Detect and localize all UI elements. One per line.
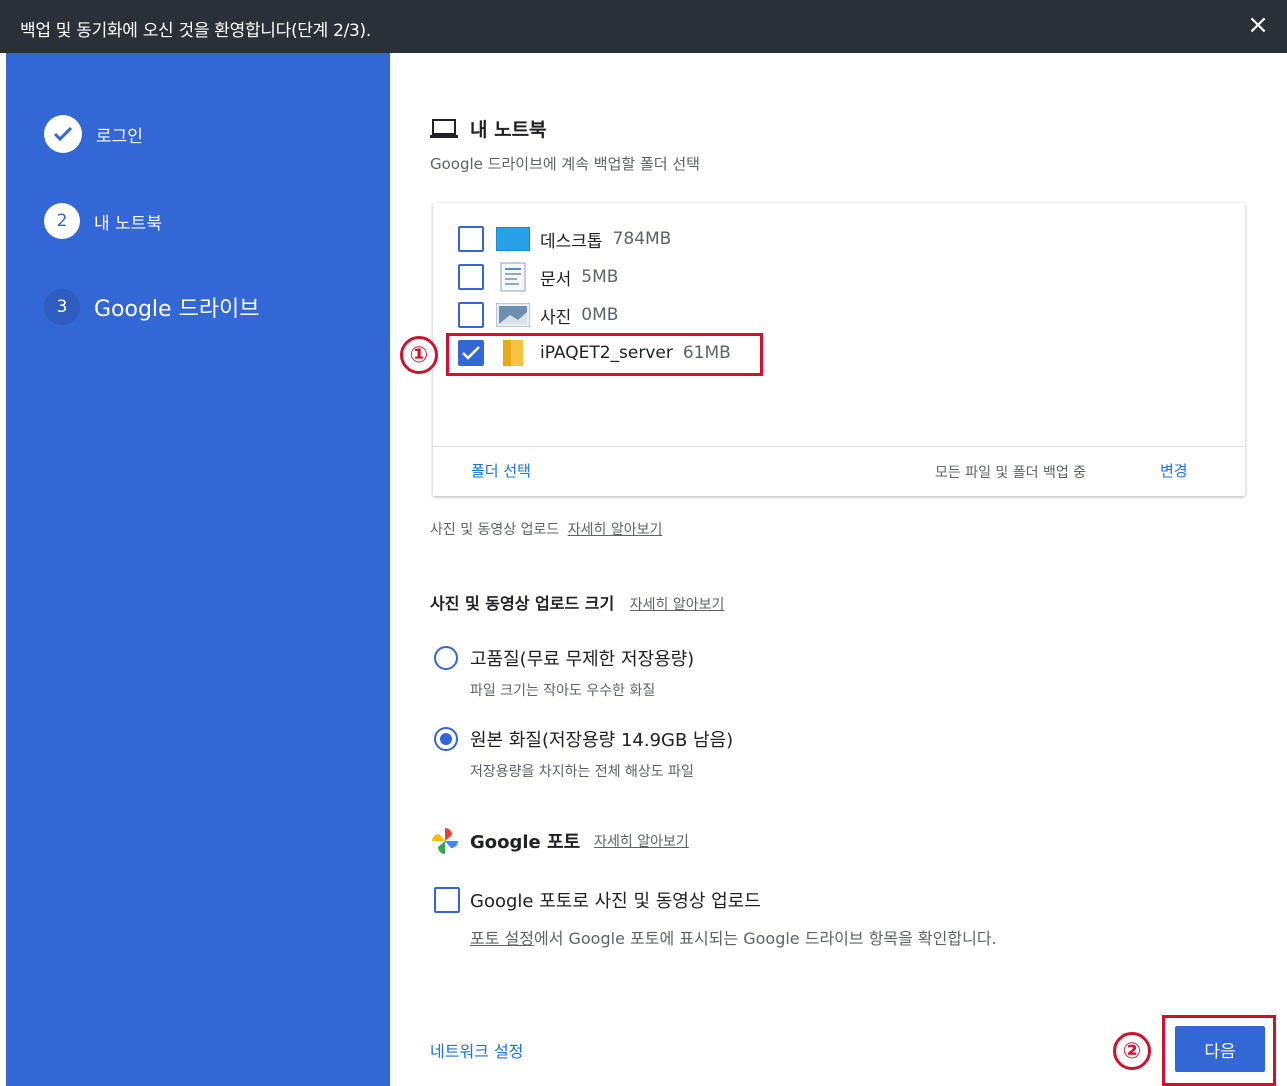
network-settings-link[interactable]: 네트워크 설정: [430, 1038, 523, 1062]
radio-description: 저장용량을 차지하는 전체 해상도 파일: [470, 764, 694, 780]
google-photos-checkbox[interactable]: [434, 887, 460, 913]
change-link[interactable]: 변경: [1160, 460, 1188, 481]
page-title: 내 노트북: [470, 119, 547, 141]
main-panel: 내 노트북 Google 드라이브에 계속 백업할 폴더 선택 데스크톱 784…: [390, 53, 1287, 1086]
radio-button[interactable]: [434, 646, 458, 670]
folder-checkbox[interactable]: [458, 264, 484, 290]
step-login: 로그인: [44, 115, 143, 153]
folder-name: 사진: [540, 307, 572, 328]
radio-description: 파일 크기는 작아도 우수한 화질: [470, 683, 656, 699]
close-icon[interactable]: ×: [1243, 10, 1273, 40]
step-label: 내 노트북: [94, 213, 162, 234]
window-title: 백업 및 동기화에 오신 것을 환영합니다(단계 2/3).: [20, 21, 371, 41]
folder-name: 데스크톱: [540, 231, 603, 252]
laptop-icon: [430, 118, 458, 138]
google-photos-checkbox-label: Google 포토로 사진 및 동영상 업로드: [470, 891, 761, 912]
step-google-drive: 3 Google 드라이브: [44, 289, 260, 325]
learn-more-link[interactable]: 자세히 알아보기: [594, 831, 689, 851]
page-subtitle: Google 드라이브에 계속 백업할 폴더 선택: [430, 155, 700, 173]
radio-button-selected[interactable]: [434, 727, 458, 751]
folder-checkbox[interactable]: [458, 302, 484, 328]
annotation-badge-1: ①: [400, 336, 438, 374]
step-number: 3: [44, 289, 80, 325]
steps-sidebar: 로그인 2 내 노트북 3 Google 드라이브: [6, 53, 390, 1086]
folder-size: 784MB: [612, 229, 672, 249]
folder-size: 0MB: [581, 305, 619, 325]
backup-status: 모든 파일 및 폴더 백업 중: [935, 465, 1087, 481]
step-number: 2: [44, 203, 80, 239]
google-photos-icon: [432, 828, 458, 854]
google-photos-description: 포토 설정에서 Google 포토에 표시되는 Google 드라이브 항목을 …: [470, 925, 997, 949]
step-my-laptop: 2 내 노트북: [44, 203, 162, 239]
section-header: 내 노트북: [430, 115, 547, 142]
radio-label: 원본 화질(저장용량 14.9GB 남음): [470, 730, 734, 751]
upload-size-section: 사진 및 동영상 업로드 크기 자세히 알아보기: [430, 590, 724, 614]
folder-size: 5MB: [581, 267, 619, 287]
photo-settings-link[interactable]: 포토 설정: [470, 929, 534, 948]
folder-row-desktop[interactable]: 데스크톱 784MB: [458, 224, 671, 254]
google-photos-title: Google 포토: [470, 832, 581, 853]
annotation-highlight-1: [446, 333, 763, 376]
google-photos-upload-option[interactable]: Google 포토로 사진 및 동영상 업로드: [434, 887, 761, 913]
annotation-badge-2: ②: [1113, 1032, 1151, 1070]
folder-row-pictures[interactable]: 사진 0MB: [458, 300, 618, 330]
photo-upload-info: 사진 및 동영상 업로드 자세히 알아보기: [430, 519, 662, 539]
documents-folder-icon: [496, 262, 530, 292]
select-folder-link[interactable]: 폴더 선택: [471, 460, 531, 481]
learn-more-link[interactable]: 자세히 알아보기: [630, 597, 725, 613]
desktop-folder-icon: [496, 225, 530, 253]
upload-size-title: 사진 및 동영상 업로드 크기: [430, 594, 615, 613]
next-button[interactable]: 다음: [1175, 1026, 1265, 1072]
card-footer: 폴더 선택 모든 파일 및 폴더 백업 중 변경: [433, 446, 1245, 496]
pictures-folder-icon: [496, 301, 530, 329]
step-label: 로그인: [96, 126, 143, 147]
checkmark-icon: [44, 115, 82, 153]
folder-checkbox[interactable]: [458, 226, 484, 252]
photo-upload-text: 사진 및 동영상 업로드: [430, 522, 560, 538]
google-photos-desc-text: 에서 Google 포토에 표시되는 Google 드라이브 항목을 확인합니다…: [533, 929, 997, 948]
step-label: Google 드라이브: [94, 297, 260, 322]
google-photos-section: Google 포토 자세히 알아보기: [430, 826, 689, 856]
folder-name: 문서: [540, 269, 572, 290]
radio-high-quality[interactable]: 고품질(무료 무제한 저장용량): [434, 645, 694, 671]
folder-row-documents[interactable]: 문서 5MB: [458, 262, 618, 292]
window-titlebar: 백업 및 동기화에 오신 것을 환영합니다(단계 2/3). ×: [0, 0, 1287, 53]
radio-original-quality[interactable]: 원본 화질(저장용량 14.9GB 남음): [434, 726, 733, 752]
radio-label: 고품질(무료 무제한 저장용량): [470, 649, 695, 670]
learn-more-link[interactable]: 자세히 알아보기: [568, 522, 663, 538]
